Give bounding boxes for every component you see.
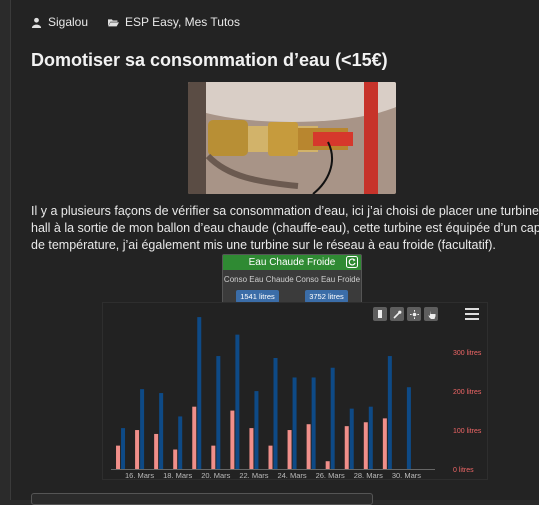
article-photo[interactable]: [188, 82, 396, 194]
chart-bar[interactable]: [230, 410, 235, 469]
chart-bar[interactable]: [382, 418, 387, 469]
chart-bar[interactable]: [211, 445, 216, 469]
chart-bar[interactable]: [292, 377, 297, 469]
chart-bar[interactable]: [178, 416, 183, 469]
chart-bar[interactable]: [406, 387, 411, 469]
chart-bar[interactable]: [363, 422, 368, 469]
hot-water-label: Conso Eau Chaude: [223, 275, 294, 284]
cold-water-label: Conso Eau Froide: [295, 275, 361, 284]
chart-bar[interactable]: [273, 358, 278, 469]
chart-bar[interactable]: [135, 430, 140, 469]
y-tick-label: 0 litres: [453, 467, 474, 474]
chart-bar[interactable]: [121, 428, 126, 469]
chart-bar[interactable]: [268, 445, 273, 469]
chart-bar[interactable]: [287, 430, 292, 469]
article-paragraph: Il y a plusieurs façons de vérifier sa c…: [31, 203, 539, 254]
widget-title: Eau Chaude Froide: [248, 257, 336, 268]
refresh-icon[interactable]: [346, 256, 358, 268]
chart-bar[interactable]: [249, 428, 254, 469]
x-tick-label: 24. Mars: [277, 471, 306, 479]
folder-open-icon: [108, 18, 120, 26]
chart-bar[interactable]: [140, 389, 145, 469]
x-tick-label: 28. Mars: [354, 471, 383, 479]
author-link[interactable]: Sigalou: [48, 15, 88, 29]
paragraph-line: hall à la sortie de mon ballon d’eau cha…: [31, 221, 539, 235]
next-section-box: [31, 493, 373, 505]
chart-bar[interactable]: [387, 356, 392, 469]
widget-header: Eau Chaude Froide: [223, 255, 361, 270]
x-tick-label: 20. Mars: [201, 471, 230, 479]
x-tick-label: 30. Mars: [392, 471, 421, 479]
chart-bar[interactable]: [116, 445, 121, 469]
chart-bar[interactable]: [216, 356, 221, 469]
chart-bar[interactable]: [235, 334, 240, 469]
post-title: Domotiser sa consommation d’eau (<15€): [31, 50, 388, 70]
chart-bar[interactable]: [349, 408, 354, 469]
paragraph-line: Il y a plusieurs façons de vérifier sa c…: [31, 204, 539, 218]
y-tick-label: 200 litres: [453, 389, 482, 396]
x-tick-label: 18. Mars: [163, 471, 192, 479]
x-tick-label: 16. Mars: [125, 471, 154, 479]
user-icon: [31, 17, 42, 28]
chart-bar[interactable]: [154, 433, 159, 469]
bar-chart-plot: 16. Mars 18. Mars 20. Mars 22. Mars 24. Mars…: [111, 317, 482, 479]
chart-bar[interactable]: [197, 317, 202, 469]
x-tick-label: 22. Mars: [239, 471, 268, 479]
y-tick-label: 100 litres: [453, 428, 482, 435]
chart-bar[interactable]: [330, 367, 335, 469]
chart-bar[interactable]: [311, 377, 316, 469]
post-meta: Sigalou ESP Easy, Mes Tutos: [31, 15, 240, 29]
chart-bar[interactable]: [192, 406, 197, 469]
chart-bar[interactable]: [325, 461, 330, 469]
paragraph-line: de température, j’ai également mis une t…: [31, 238, 496, 252]
chart-bar[interactable]: [159, 393, 164, 469]
consumption-chart: 16. Mars 18. Mars 20. Mars 22. Mars 24. Mars…: [102, 302, 488, 480]
chart-bar[interactable]: [254, 391, 259, 469]
chart-bar[interactable]: [173, 449, 178, 469]
chart-bar[interactable]: [306, 424, 311, 469]
y-tick-label: 300 litres: [453, 350, 482, 357]
chart-bar[interactable]: [368, 406, 373, 469]
category-links[interactable]: ESP Easy, Mes Tutos: [125, 15, 240, 29]
chart-bar[interactable]: [344, 426, 349, 469]
x-tick-label: 26. Mars: [316, 471, 345, 479]
